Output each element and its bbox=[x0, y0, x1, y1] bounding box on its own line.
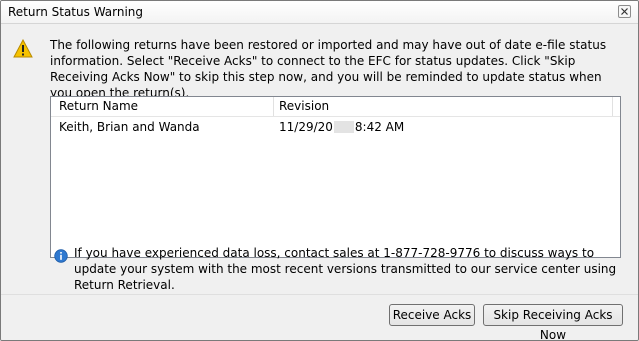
dialog-window: Return Status Warning The following retu… bbox=[0, 0, 639, 341]
warning-message: The following returns have been restored… bbox=[50, 38, 607, 100]
button-bar: Receive Acks Skip Receiving Acks Now bbox=[1, 294, 638, 340]
revision-date: 11/29/20 bbox=[279, 120, 333, 134]
close-icon bbox=[621, 8, 628, 15]
dialog-content: The following returns have been restored… bbox=[1, 24, 638, 294]
receive-acks-button[interactable]: Receive Acks bbox=[389, 304, 475, 326]
column-divider[interactable] bbox=[273, 97, 274, 116]
info-icon bbox=[54, 249, 68, 263]
list-row[interactable]: Keith, Brian and Wanda 11/29/20 8:42 AM bbox=[51, 118, 620, 136]
revision-time: 8:42 AM bbox=[354, 120, 405, 134]
column-divider[interactable] bbox=[612, 97, 613, 116]
window-title: Return Status Warning bbox=[8, 5, 144, 19]
cell-revision: 11/29/20 8:42 AM bbox=[279, 120, 404, 134]
title-bar: Return Status Warning bbox=[1, 1, 638, 24]
column-header-revision[interactable]: Revision bbox=[279, 99, 329, 113]
data-loss-note: If you have experienced data loss, conta… bbox=[74, 246, 617, 292]
close-button[interactable] bbox=[618, 5, 631, 18]
column-header-return-name[interactable]: Return Name bbox=[59, 99, 138, 113]
list-header: Return Name Revision bbox=[51, 97, 620, 117]
skip-receiving-acks-button[interactable]: Skip Receiving Acks Now bbox=[483, 304, 623, 340]
redacted-mark bbox=[333, 121, 354, 133]
warning-icon bbox=[13, 39, 33, 58]
cell-return-name: Keith, Brian and Wanda bbox=[59, 120, 200, 134]
returns-list[interactable]: Return Name Revision Keith, Brian and Wa… bbox=[50, 96, 621, 258]
